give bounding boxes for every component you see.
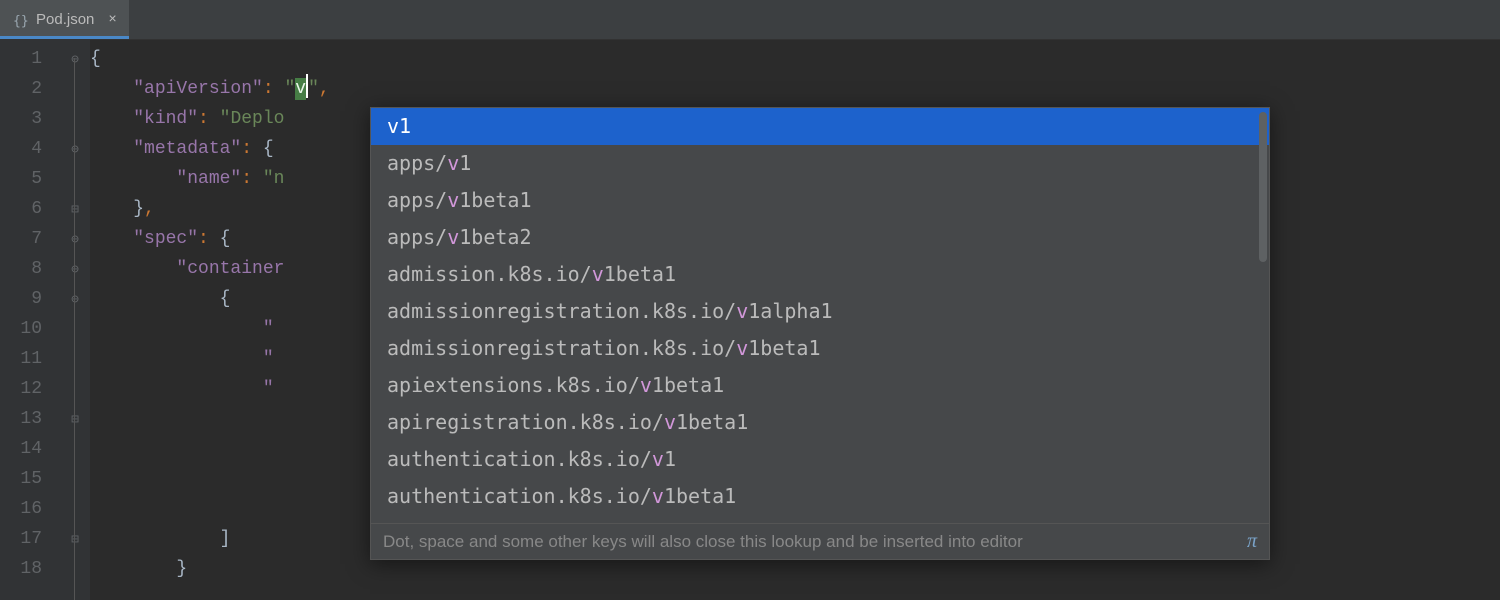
completion-item[interactable]: admissionregistration.k8s.io/v1alpha1: [371, 293, 1269, 330]
line-number: 9: [0, 284, 60, 314]
fold-toggle-icon[interactable]: ⊖: [60, 134, 90, 164]
line-number: 18: [0, 554, 60, 584]
completion-item[interactable]: apps/v1: [371, 145, 1269, 182]
line-number: 8: [0, 254, 60, 284]
tab-label: Pod.json: [36, 11, 94, 28]
line-number: 16: [0, 494, 60, 524]
line-number: 13: [0, 404, 60, 434]
completion-item[interactable]: authentication.k8s.io/v1: [371, 441, 1269, 478]
fold-end-icon[interactable]: ⊟: [60, 404, 90, 434]
fold-toggle-icon[interactable]: ⊖: [60, 44, 90, 74]
completion-item[interactable]: apiextensions.k8s.io/v1beta1: [371, 367, 1269, 404]
completion-item[interactable]: apps/v1beta1: [371, 182, 1269, 219]
json-file-icon: {}: [12, 12, 28, 28]
line-number: 10: [0, 314, 60, 344]
line-number: 1: [0, 44, 60, 74]
fold-toggle-icon[interactable]: ⊖: [60, 224, 90, 254]
fold-toggle-icon[interactable]: ⊖: [60, 284, 90, 314]
completion-item[interactable]: authentication.k8s.io/v1beta1: [371, 478, 1269, 515]
completion-item[interactable]: apps/v1beta2: [371, 219, 1269, 256]
line-number: 17: [0, 524, 60, 554]
completion-item[interactable]: v1: [371, 108, 1269, 145]
pi-icon[interactable]: π: [1247, 530, 1257, 553]
tab-bar: {} Pod.json ×: [0, 0, 1500, 40]
code-token: "apiVersion": [133, 79, 263, 99]
line-number: 3: [0, 104, 60, 134]
hint-text: Dot, space and some other keys will also…: [383, 532, 1023, 552]
fold-end-icon[interactable]: ⊟: [60, 194, 90, 224]
scrollbar[interactable]: [1259, 112, 1267, 262]
line-number-gutter: 123456789101112131415161718: [0, 40, 60, 600]
line-number: 15: [0, 464, 60, 494]
line-number: 7: [0, 224, 60, 254]
line-number: 2: [0, 74, 60, 104]
completion-item[interactable]: admissionregistration.k8s.io/v1beta1: [371, 330, 1269, 367]
line-number: 5: [0, 164, 60, 194]
completion-item[interactable]: apiregistration.k8s.io/v1beta1: [371, 404, 1269, 441]
completion-hint: Dot, space and some other keys will also…: [371, 523, 1269, 559]
code-token: {: [90, 49, 101, 69]
fold-gutter: ⊖ ⊖ ⊟ ⊖ ⊖ ⊖ ⊟ ⊟: [60, 40, 90, 600]
fold-end-icon[interactable]: ⊟: [60, 524, 90, 554]
tab-pod-json[interactable]: {} Pod.json ×: [0, 0, 129, 39]
fold-toggle-icon[interactable]: ⊖: [60, 254, 90, 284]
completion-list[interactable]: v1apps/v1apps/v1beta1apps/v1beta2admissi…: [371, 108, 1269, 523]
line-number: 14: [0, 434, 60, 464]
completion-item[interactable]: admission.k8s.io/v1beta1: [371, 256, 1269, 293]
completion-item[interactable]: authorization.k8s.io/v1: [371, 515, 1269, 523]
completion-query: v: [295, 78, 306, 100]
close-icon[interactable]: ×: [108, 12, 116, 28]
line-number: 6: [0, 194, 60, 224]
line-number: 4: [0, 134, 60, 164]
svg-text:{}: {}: [13, 14, 28, 28]
completion-popup: v1apps/v1apps/v1beta1apps/v1beta2admissi…: [370, 107, 1270, 560]
line-number: 11: [0, 344, 60, 374]
line-number: 12: [0, 374, 60, 404]
